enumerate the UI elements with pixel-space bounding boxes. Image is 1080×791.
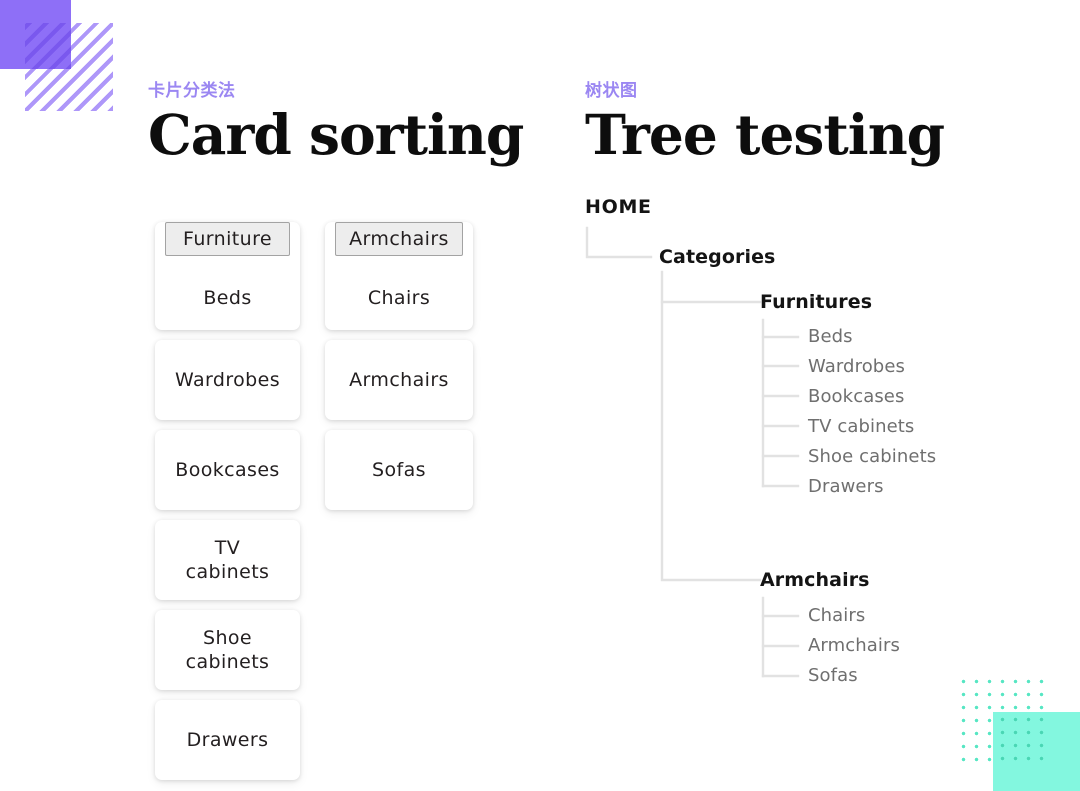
tree-testing-diagram: HOME Categories Furnitures Beds Wardrobe… [585, 196, 1055, 716]
card-label: Shoe cabinets [185, 627, 270, 673]
tree-testing-title: Tree testing [585, 102, 945, 167]
tree-leaf-sofas[interactable]: Sofas [808, 665, 858, 686]
card-group-header-armchairs[interactable]: Armchairs Chairs [325, 222, 473, 330]
tree-leaf-shoe-cabinets[interactable]: Shoe cabinets [808, 446, 936, 467]
tree-leaf-armchairs[interactable]: Armchairs [808, 635, 900, 656]
dot-grid-overlap-shape [993, 712, 1046, 764]
card-item[interactable]: Shoe cabinets [155, 610, 300, 690]
group-label-text: Armchairs [349, 228, 449, 250]
tree-leaf-bookcases[interactable]: Bookcases [808, 386, 904, 407]
card-label: Beds [203, 287, 252, 309]
tree-leaf-chairs[interactable]: Chairs [808, 605, 865, 626]
tree-node-categories[interactable]: Categories [659, 246, 775, 268]
card-item[interactable]: Wardrobes [155, 340, 300, 420]
card-label: Chairs [367, 287, 431, 309]
tree-node-furnitures[interactable]: Furnitures [760, 291, 872, 313]
card-label: Bookcases [175, 459, 280, 481]
tree-node-armchairs[interactable]: Armchairs [760, 569, 870, 591]
group-label-text: Furniture [183, 228, 272, 250]
tree-leaf-beds[interactable]: Beds [808, 326, 853, 347]
tree-leaf-drawers[interactable]: Drawers [808, 476, 884, 497]
slide-canvas: 卡片分类法 Card sorting Furniture Beds Wardro… [0, 0, 1080, 791]
card-sorting-board: Furniture Beds Wardrobes Bookcases TV cab… [0, 0, 540, 791]
group-label-box[interactable]: Armchairs [335, 222, 463, 256]
card-label: Armchairs [349, 369, 449, 391]
card-item[interactable]: Bookcases [155, 430, 300, 510]
card-label: Sofas [372, 459, 426, 481]
card-label: Wardrobes [174, 369, 281, 391]
tree-leaf-tv-cabinets[interactable]: TV cabinets [808, 416, 914, 437]
tree-testing-heading-block: 树状图 Tree testing [585, 80, 1055, 166]
card-label: Drawers [186, 729, 269, 751]
card-label: TV cabinets [185, 537, 270, 583]
group-label-box[interactable]: Furniture [165, 222, 290, 256]
card-item[interactable]: TV cabinets [155, 520, 300, 600]
tree-testing-kicker: 树状图 [585, 81, 638, 101]
card-item[interactable]: Sofas [325, 430, 473, 510]
tree-node-home[interactable]: HOME [585, 196, 652, 218]
card-group-header-furniture[interactable]: Furniture Beds [155, 222, 300, 330]
card-column-armchairs: Armchairs Chairs Armchairs Sofas [325, 222, 473, 520]
card-column-furniture: Furniture Beds Wardrobes Bookcases TV cab… [155, 222, 300, 790]
card-item[interactable]: Armchairs [325, 340, 473, 420]
tree-leaf-wardrobes[interactable]: Wardrobes [808, 356, 905, 377]
card-item[interactable]: Drawers [155, 700, 300, 780]
